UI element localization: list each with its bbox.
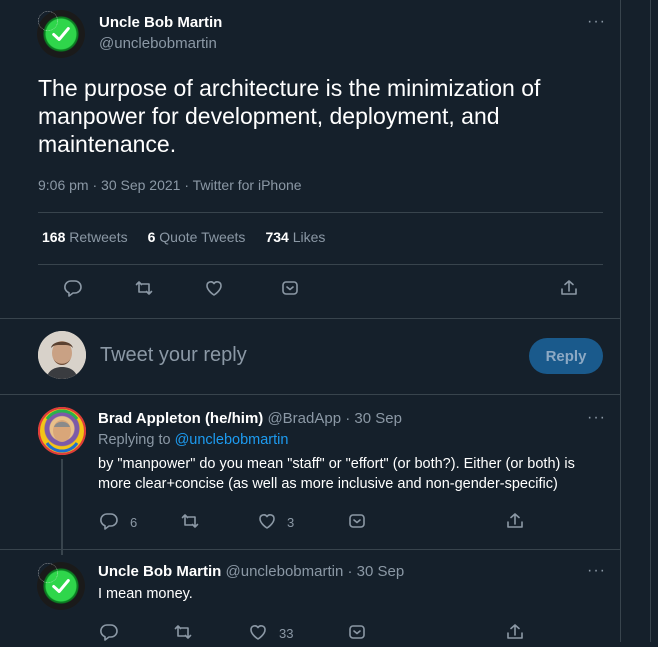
more-icon[interactable]: ··· (587, 409, 606, 427)
reply-input[interactable]: Tweet your reply (100, 344, 247, 367)
tweet-actions (0, 270, 620, 306)
reply-author-avatar-picture (38, 407, 86, 455)
author-handle-wrap[interactable]: @unclebobmartin (99, 35, 217, 53)
reply-button[interactable]: Reply (529, 338, 603, 374)
more-icon[interactable]: ··· (587, 13, 606, 31)
author-name[interactable]: Uncle Bob Martin (99, 14, 222, 32)
my-avatar[interactable] (38, 331, 86, 379)
reply-author-name[interactable]: Uncle Bob Martin (98, 563, 221, 580)
bookmark-icon[interactable] (347, 511, 367, 531)
right-divider (650, 0, 651, 642)
author-name-text[interactable]: Uncle Bob Martin (99, 14, 222, 31)
like-icon[interactable] (204, 278, 224, 298)
retweet-icon[interactable] (180, 511, 200, 531)
retweet-icon[interactable] (173, 622, 193, 642)
share-icon[interactable] (505, 511, 525, 531)
replying-to: Replying to @unclebobmartin (98, 432, 288, 448)
bookmark-icon[interactable] (347, 622, 367, 642)
share-icon[interactable] (559, 278, 579, 298)
reply-author-avatar[interactable] (37, 562, 85, 610)
tweet-meta: 9:06 pm · 30 Sep 2021 · Twitter for iPho… (38, 177, 302, 193)
quotes-count: 6 (147, 229, 156, 245)
thread-line (61, 459, 63, 555)
tweet-text: The purpose of architecture is the minim… (38, 75, 541, 157)
main-tweet: Uncle Bob Martin @unclebobmartin ··· The… (0, 0, 620, 320)
retweets-stat[interactable]: 168 Retweets (42, 229, 128, 245)
reply-icon[interactable] (63, 278, 83, 298)
share-icon[interactable] (505, 622, 525, 642)
replying-to-prefix: Replying to (98, 432, 175, 448)
like-count: 3 (287, 515, 295, 530)
likes-label: Likes (292, 229, 326, 245)
likes-count: 734 (265, 229, 289, 245)
quotes-label: Quote Tweets (159, 229, 246, 245)
retweets-label: Retweets (69, 229, 128, 245)
reply-author-avatar[interactable] (38, 407, 86, 455)
bookmark-icon[interactable] (280, 278, 300, 298)
divider (38, 264, 603, 265)
likes-stat[interactable]: 734 Likes (265, 229, 325, 245)
retweets-count: 168 (42, 229, 66, 245)
reply-icon[interactable] (99, 622, 119, 642)
more-icon[interactable]: ··· (587, 562, 606, 580)
retweet-icon[interactable] (134, 278, 154, 298)
divider (38, 212, 603, 213)
my-avatar-picture (38, 331, 86, 379)
divider (0, 318, 620, 319)
like-icon[interactable] (248, 622, 268, 642)
reply-author-handle[interactable]: @BradApp · 30 Sep (267, 410, 401, 427)
reply-author-handle[interactable]: @unclebobmartin · 30 Sep (226, 563, 405, 580)
reply-tweet[interactable]: Brad Appleton (he/him) @BradApp · 30 Sep… (0, 395, 620, 555)
author-avatar[interactable] (37, 10, 85, 58)
replying-to-link[interactable]: @unclebobmartin (175, 432, 289, 448)
like-icon[interactable] (257, 511, 277, 531)
reply-text: I mean money. (98, 586, 193, 602)
author-handle[interactable]: @unclebobmartin (99, 35, 217, 52)
reply-icon[interactable] (99, 511, 119, 531)
reply-count: 6 (130, 515, 138, 530)
clean-code-badge-ring (38, 563, 58, 583)
reply-header: Uncle Bob Martin @unclebobmartin · 30 Se… (98, 563, 404, 580)
clean-code-badge-ring (38, 11, 58, 31)
like-count: 33 (279, 626, 294, 641)
reply-text: by "manpower" do you mean "staff" or "ef… (98, 456, 575, 492)
reply-tweet[interactable]: Uncle Bob Martin @unclebobmartin · 30 Se… (0, 550, 620, 642)
tweet-stats: 168 Retweets 6 Quote Tweets 734 Likes (42, 229, 325, 245)
reply-actions: 6 3 (0, 509, 620, 533)
reply-author-name[interactable]: Brad Appleton (he/him) (98, 410, 263, 427)
quotes-stat[interactable]: 6 Quote Tweets (148, 229, 246, 245)
reply-header: Brad Appleton (he/him) @BradApp · 30 Sep (98, 410, 402, 427)
reply-actions: 33 (0, 620, 620, 644)
